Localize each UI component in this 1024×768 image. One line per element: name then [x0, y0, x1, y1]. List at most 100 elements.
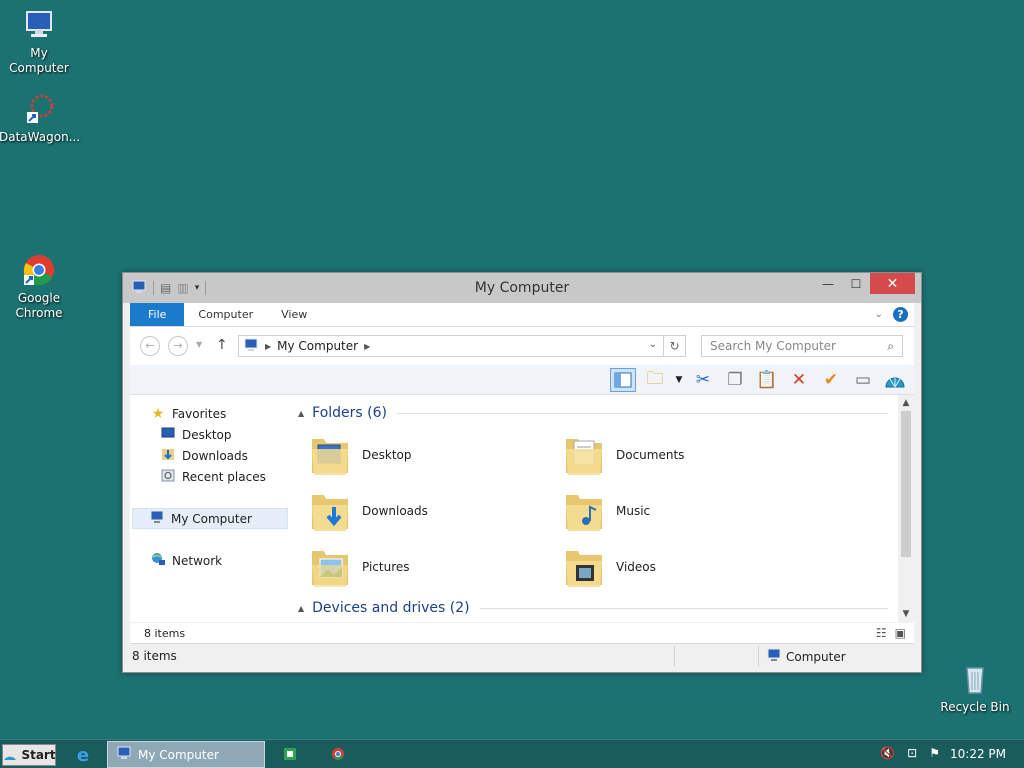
folder-videos[interactable]: Videos	[564, 541, 804, 593]
folder-label: Desktop	[362, 448, 412, 462]
desktop-icon-recycle-bin[interactable]: Recycle Bin	[935, 662, 1015, 715]
back-button[interactable]: ←	[140, 336, 160, 356]
internet-explorer-button[interactable]: e	[70, 743, 96, 767]
network-status-icon[interactable]: ⊡	[907, 746, 917, 760]
taskbar-item-label: My Computer	[138, 747, 219, 762]
close-button[interactable]: ✕	[870, 273, 915, 294]
desktop-icon-datawagon[interactable]: DataWagon...	[0, 92, 81, 145]
nav-item-downloads[interactable]: Downloads	[130, 445, 290, 466]
chevron-right-icon[interactable]: ▶	[265, 342, 271, 351]
clock[interactable]: 10:22 PM	[950, 747, 1006, 761]
computer-icon	[243, 338, 259, 355]
folder-downloads[interactable]: Downloads	[310, 485, 550, 537]
delete-icon[interactable]: ✕	[786, 368, 812, 392]
folder-desktop[interactable]: Desktop	[310, 429, 550, 481]
refresh-button[interactable]: ↻	[664, 335, 686, 357]
desktop-icon	[160, 427, 176, 442]
action-center-icon[interactable]: ⚑	[929, 746, 940, 760]
scroll-up-icon[interactable]: ▲	[898, 398, 914, 408]
divider	[397, 412, 888, 414]
cut-icon[interactable]: ✂	[690, 368, 716, 392]
nav-item-my-computer[interactable]: My Computer	[132, 508, 288, 529]
recent-places-icon	[160, 468, 176, 485]
desktop-icon-google-chrome[interactable]: Google Chrome	[0, 253, 79, 321]
scroll-down-icon[interactable]: ▼	[898, 609, 914, 619]
start-icon	[2, 747, 18, 764]
nav-item-recent-places[interactable]: Recent places	[130, 466, 290, 487]
tab-file[interactable]: File	[130, 303, 185, 326]
recycle-bin-icon	[958, 662, 992, 696]
window-title: My Computer	[474, 280, 570, 296]
copy-icon[interactable]: ❐	[722, 368, 748, 392]
group-header-folders[interactable]: ▲ Folders (6)	[298, 402, 888, 424]
group-header-devices[interactable]: ▲ Devices and drives (2)	[298, 597, 888, 619]
tab-computer[interactable]: Computer	[184, 303, 267, 326]
command-toolbar: 🗀 ▼ ✂ ❐ 📋 ✕ ✔ ▭	[130, 365, 914, 395]
nav-item-desktop[interactable]: Desktop	[130, 424, 290, 445]
nav-favorites[interactable]: ★ Favorites	[130, 403, 290, 424]
datawagon-icon	[22, 92, 56, 126]
desktop-folder-icon	[310, 433, 350, 477]
taskbar-item-my-computer[interactable]: My Computer	[107, 741, 265, 768]
navigation-pane: ★ Favorites Desktop Downloads Recent pla…	[130, 395, 290, 622]
star-icon: ★	[151, 405, 165, 422]
vertical-scrollbar[interactable]: ▲ ▼	[898, 395, 914, 622]
nav-favorites-label: Favorites	[172, 406, 227, 421]
dropdown-icon[interactable]: ▼	[674, 368, 684, 392]
chrome-button[interactable]	[328, 743, 348, 767]
music-folder-icon	[564, 489, 604, 533]
item-count: 8 items	[144, 627, 186, 640]
preview-pane-icon[interactable]	[610, 368, 636, 392]
documents-folder-icon	[564, 433, 604, 477]
content-area: ★ Favorites Desktop Downloads Recent pla…	[130, 395, 914, 622]
nav-item-label: Network	[172, 553, 223, 568]
collapse-icon: ▲	[298, 603, 305, 613]
select-folder-icon[interactable]: 🗀	[642, 368, 668, 392]
divider	[758, 646, 759, 666]
folder-label: Documents	[616, 448, 685, 462]
maximize-button[interactable]: ☐	[842, 273, 870, 294]
up-button[interactable]: ↑	[216, 337, 228, 353]
recent-locations-icon[interactable]: ▼	[196, 340, 202, 349]
minimize-button[interactable]: —	[814, 273, 842, 294]
folder-music[interactable]: Music	[564, 485, 804, 537]
desktop-icon-label: Recycle Bin	[940, 700, 1010, 714]
address-dropdown-icon[interactable]: ⌄	[649, 339, 657, 350]
rename-icon[interactable]: ▭	[850, 368, 876, 392]
folder-label: Videos	[616, 560, 656, 574]
nav-item-network[interactable]: Network	[130, 550, 290, 571]
forward-button[interactable]: →	[168, 336, 188, 356]
tab-view[interactable]: View	[267, 303, 321, 326]
internet-explorer-icon: e	[76, 744, 90, 766]
scroll-thumb[interactable]	[901, 411, 911, 557]
volume-muted-icon[interactable]: 🔇	[880, 746, 895, 760]
chrome-icon	[22, 253, 56, 287]
network-icon	[150, 552, 166, 569]
start-button[interactable]: Start	[2, 744, 56, 766]
collapse-icon: ▲	[298, 408, 305, 418]
desktop-icon-my-computer[interactable]: My Computer	[0, 8, 79, 76]
folder-pictures[interactable]: Pictures	[310, 541, 550, 593]
downloads-folder-icon	[310, 489, 350, 533]
folder-documents[interactable]: Documents	[564, 429, 804, 481]
details-view-icon[interactable]: ☷	[876, 626, 887, 640]
address-bar[interactable]: ▶ My Computer ▶ ⌄	[238, 335, 664, 357]
title-bar[interactable]: ▤ ▥ ▾ My Computer — ☐ ✕	[123, 273, 921, 303]
computer-icon	[149, 510, 165, 527]
excel-button[interactable]	[280, 743, 300, 767]
group-title: Folders (6)	[312, 405, 387, 421]
shell-icon[interactable]	[882, 368, 908, 392]
large-icons-view-icon[interactable]: ▣	[895, 626, 906, 640]
breadcrumb[interactable]: My Computer	[277, 339, 358, 353]
desktop-icon-label: DataWagon...	[0, 130, 81, 144]
search-icon: ⌕	[887, 339, 894, 353]
checkmark-icon[interactable]: ✔	[818, 368, 844, 392]
search-input[interactable]: Search My Computer ⌕	[701, 335, 903, 357]
nav-item-label: My Computer	[171, 511, 252, 526]
nav-item-label: Downloads	[182, 448, 248, 463]
paste-icon[interactable]: 📋	[754, 368, 780, 392]
expand-ribbon-icon[interactable]: ⌄	[875, 309, 883, 320]
help-icon[interactable]: ?	[893, 307, 908, 322]
chevron-right-icon[interactable]: ▶	[364, 342, 370, 351]
nav-item-label: Recent places	[182, 469, 266, 484]
